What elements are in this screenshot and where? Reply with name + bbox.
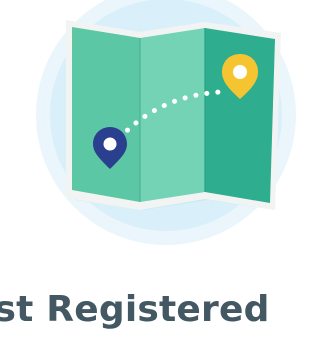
screen: ist Registered bbox=[0, 0, 317, 354]
start-pin-dot bbox=[103, 137, 117, 151]
end-pin-dot bbox=[233, 65, 247, 79]
page-title: ist Registered bbox=[0, 289, 270, 330]
map-icon bbox=[72, 27, 275, 203]
map-panel-left bbox=[72, 27, 140, 202]
map-panel-middle bbox=[140, 28, 205, 202]
map-illustration bbox=[36, 0, 296, 245]
